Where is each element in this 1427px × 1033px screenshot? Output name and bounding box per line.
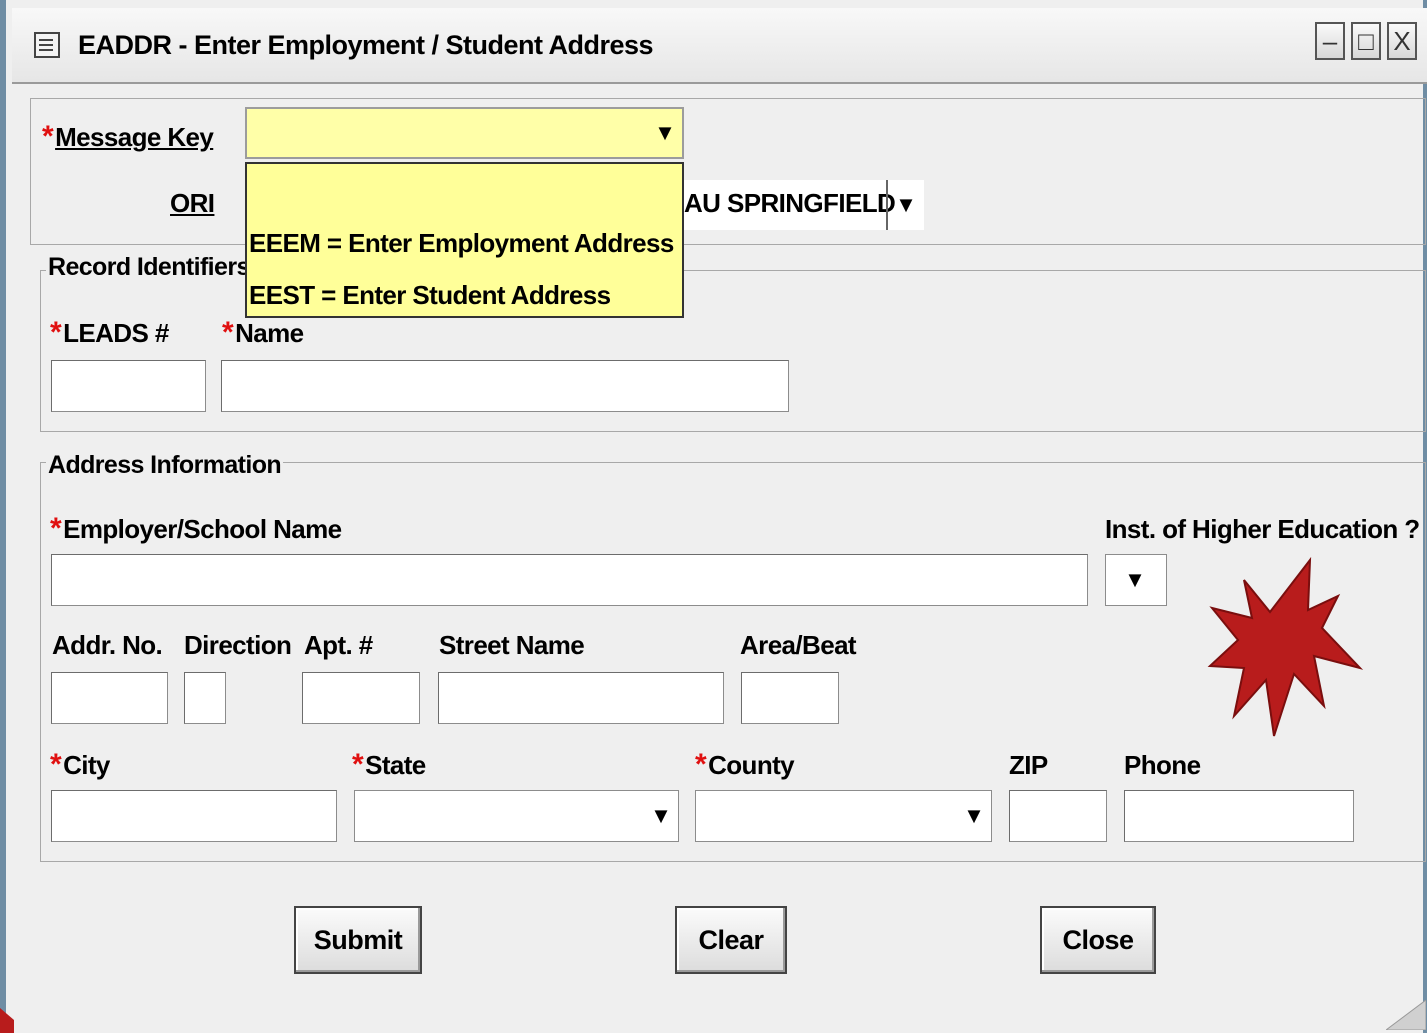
resize-grip-icon[interactable] [1386, 1000, 1426, 1030]
employer-label: *Employer/School Name [50, 512, 342, 545]
close-button[interactable]: Close [1040, 906, 1156, 974]
ori-label: ORI [170, 188, 215, 218]
required-icon: * [50, 748, 62, 781]
street-input[interactable] [438, 672, 724, 724]
chevron-down-icon[interactable]: ▼ [957, 791, 991, 841]
maximize-button[interactable]: □ [1351, 22, 1381, 60]
name-label: *Name [222, 316, 304, 349]
chevron-down-icon[interactable]: ▼ [886, 180, 924, 230]
phone-input[interactable] [1124, 790, 1354, 842]
apt-input[interactable] [302, 672, 420, 724]
corner-arrow-icon [0, 1008, 14, 1033]
eaddr-window: EADDR - Enter Employment / Student Addre… [0, 0, 1427, 1033]
area-input[interactable] [741, 672, 839, 724]
zip-input[interactable] [1009, 790, 1107, 842]
apt-label: Apt. # [304, 630, 373, 660]
dropdown-option-eeem[interactable]: EEEM = Enter Employment Address [249, 228, 674, 259]
required-icon: * [42, 120, 54, 153]
required-icon: * [352, 748, 364, 781]
required-icon: * [695, 748, 707, 781]
higher-ed-select[interactable]: ▼ [1105, 554, 1167, 606]
close-window-button[interactable]: X [1387, 22, 1417, 60]
required-icon: * [222, 316, 234, 349]
dropdown-option-eest[interactable]: EEST = Enter Student Address [249, 280, 611, 311]
record-identifiers-legend: Record Identifiers [46, 253, 252, 282]
addr-no-input[interactable] [51, 672, 168, 724]
street-label: Street Name [439, 630, 585, 660]
addr-no-label: Addr. No. [52, 630, 163, 660]
city-input[interactable] [51, 790, 337, 842]
higher-ed-label: Inst. of Higher Education ? [1105, 514, 1420, 544]
leads-label: *LEADS # [50, 316, 169, 349]
minimize-button[interactable]: – [1315, 22, 1345, 60]
message-key-label: *Message Key [42, 120, 214, 153]
area-label: Area/Beat [740, 630, 857, 660]
starburst-icon [1207, 556, 1364, 737]
address-legend: Address Information [46, 451, 284, 480]
message-key-dropdown-list[interactable]: EEEM = Enter Employment Address EEST = E… [245, 162, 684, 318]
county-select[interactable]: ▼ [695, 790, 992, 842]
state-select[interactable]: ▼ [354, 790, 679, 842]
message-key-select[interactable]: ▼ [245, 107, 684, 159]
employer-input[interactable] [51, 554, 1088, 606]
clear-button[interactable]: Clear [675, 906, 787, 974]
title-bar[interactable]: EADDR - Enter Employment / Student Addre… [12, 8, 1427, 84]
name-input[interactable] [221, 360, 789, 412]
direction-label: Direction [184, 630, 292, 660]
required-icon: * [50, 512, 62, 545]
required-icon: * [50, 316, 62, 349]
chevron-down-icon[interactable]: ▼ [648, 109, 682, 157]
county-label: *County [695, 748, 795, 781]
submit-button[interactable]: Submit [294, 906, 422, 974]
phone-label: Phone [1124, 750, 1201, 780]
state-label: *State [352, 748, 426, 781]
window-title: EADDR - Enter Employment / Student Addre… [78, 30, 654, 60]
leads-input[interactable] [51, 360, 206, 412]
chevron-down-icon[interactable]: ▼ [644, 791, 678, 841]
zip-label: ZIP [1009, 750, 1048, 780]
direction-input[interactable] [184, 672, 226, 724]
window-menu-icon[interactable] [34, 32, 60, 58]
city-label: *City [50, 748, 110, 781]
chevron-down-icon[interactable]: ▼ [1104, 555, 1166, 605]
